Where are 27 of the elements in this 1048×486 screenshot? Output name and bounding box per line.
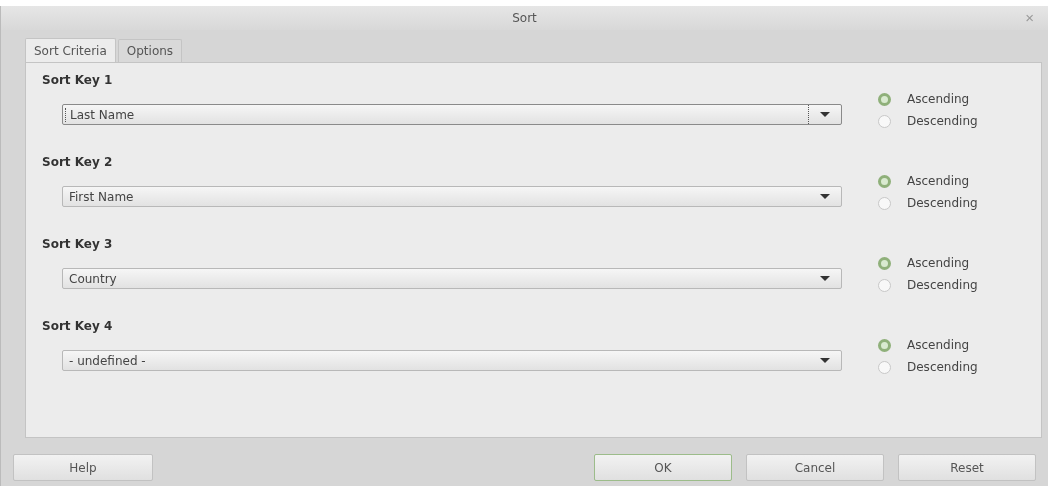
radio-option[interactable]: Descending <box>878 360 978 374</box>
dialog-button[interactable]: OK <box>594 454 732 481</box>
radio-option[interactable]: Descending <box>878 196 978 210</box>
caret-icon <box>820 194 830 199</box>
sort-key-label: Sort Key 2 <box>42 155 114 169</box>
radio-option[interactable]: Ascending <box>878 256 978 270</box>
dropdown[interactable]: - undefined - <box>62 350 842 371</box>
caret-icon <box>820 112 830 117</box>
sort-key-label: Sort Key 3 <box>42 237 114 251</box>
radio-option[interactable]: Descending <box>878 114 978 128</box>
radio-option[interactable]: Ascending <box>878 174 978 188</box>
caret-icon <box>820 276 830 281</box>
dropdown[interactable]: First Name <box>62 186 842 207</box>
dialog-button[interactable]: Reset <box>898 454 1036 481</box>
tab[interactable]: Options <box>117 39 183 62</box>
caret-icon <box>820 358 830 363</box>
dropdown[interactable]: Last Name <box>62 104 842 125</box>
radio-option[interactable]: Ascending <box>878 338 978 352</box>
tab[interactable]: Sort Criteria <box>25 38 116 62</box>
dropdown[interactable]: Country <box>62 268 842 289</box>
sort-key-label: Sort Key 1 <box>42 73 114 87</box>
radio-option[interactable]: Descending <box>878 278 978 292</box>
dialog-button[interactable]: Help <box>13 454 153 481</box>
dialog-button[interactable]: Cancel <box>746 454 884 481</box>
sort-key-label: Sort Key 4 <box>42 319 114 333</box>
window-title: Sort <box>512 11 537 25</box>
radio-option[interactable]: Ascending <box>878 92 978 106</box>
